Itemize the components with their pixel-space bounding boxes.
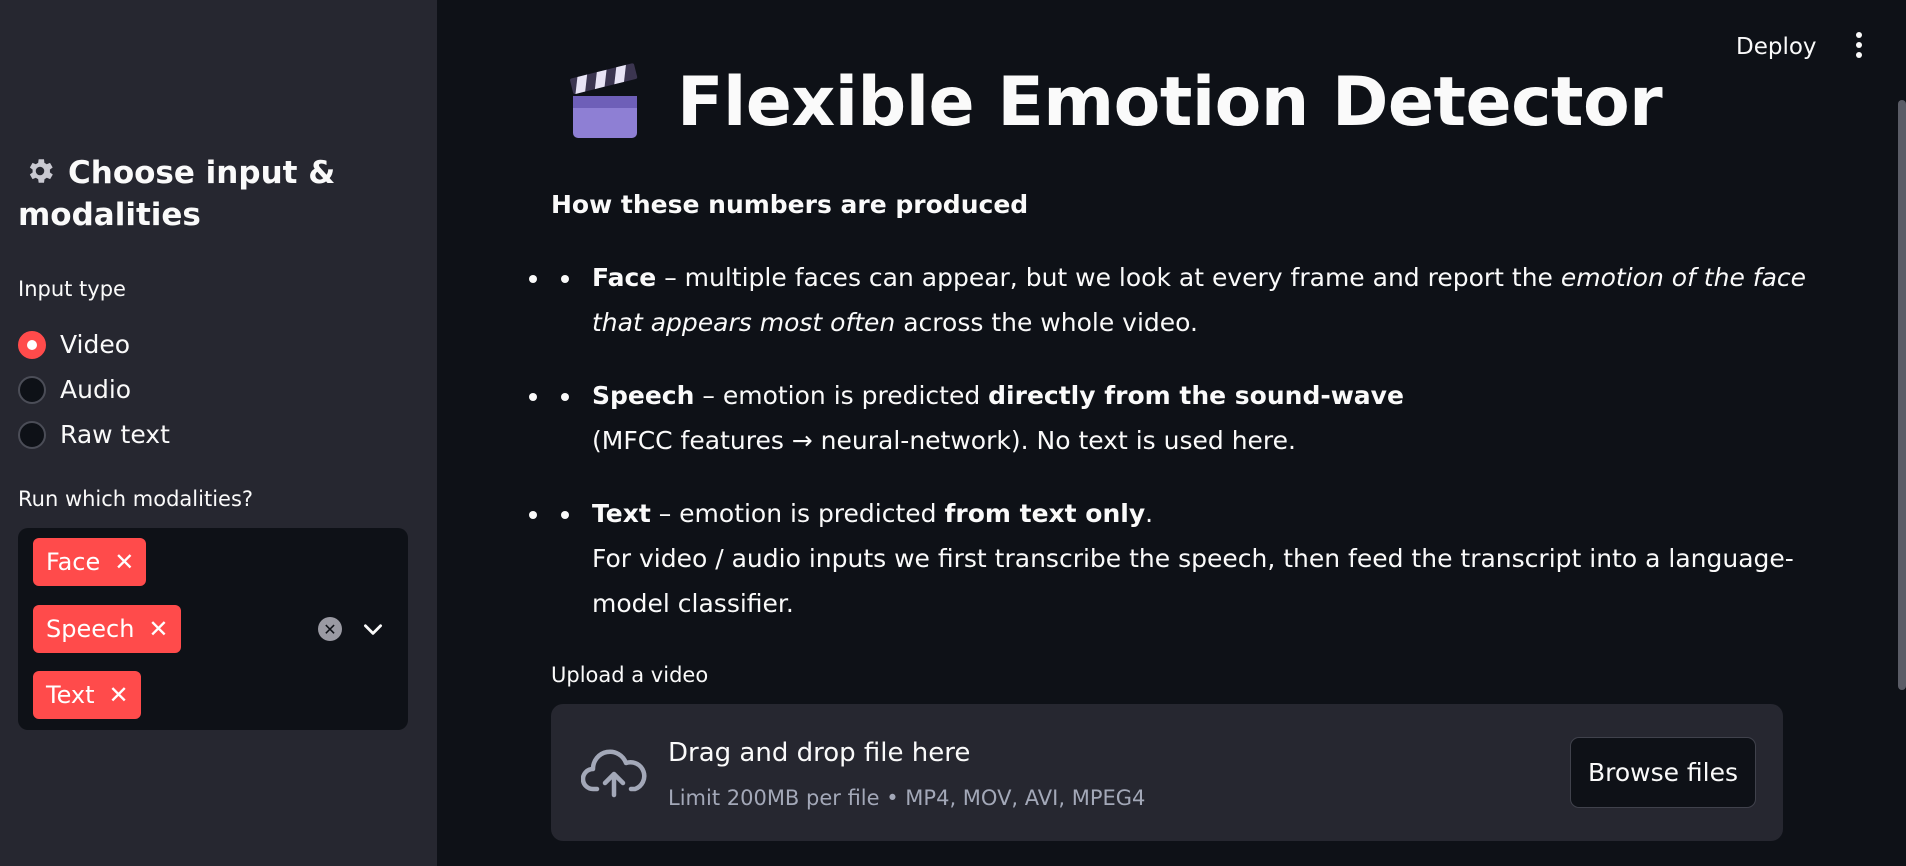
- cloud-upload-icon: [581, 749, 647, 798]
- bullet-text: – emotion is predicted: [650, 499, 945, 528]
- bullet-strong: from text only: [944, 499, 1146, 528]
- section-subheading: How these numbers are produced: [551, 190, 1029, 219]
- clapper-board-icon: [570, 63, 638, 138]
- input-type-radio-group: Video Audio Raw text: [18, 322, 170, 457]
- tag-speech: Speech ✕: [33, 605, 181, 653]
- list-item-speech: Speech – emotion is predicted directly f…: [551, 373, 1811, 463]
- tag-remove-icon[interactable]: ✕: [148, 617, 168, 641]
- tag-face: Face ✕: [33, 538, 147, 586]
- list-item-face: Face – multiple faces can appear, but we…: [551, 255, 1811, 345]
- radio-label: Audio: [60, 375, 132, 404]
- more-menu-icon[interactable]: [1847, 32, 1871, 62]
- list-item-text: Text – emotion is predicted from text on…: [551, 491, 1811, 626]
- tag-label: Text: [46, 681, 95, 709]
- sidebar-heading: Choose input & modalities: [18, 152, 398, 236]
- tag-remove-icon[interactable]: ✕: [114, 550, 134, 574]
- scrollbar[interactable]: [1898, 100, 1906, 690]
- radio-option-audio[interactable]: Audio: [18, 367, 170, 412]
- browse-files-button[interactable]: Browse files: [1570, 737, 1756, 808]
- chevron-down-icon[interactable]: [360, 616, 386, 642]
- radio-option-video[interactable]: Video: [18, 322, 170, 367]
- gear-icon: [29, 159, 53, 183]
- radio-label: Raw text: [60, 420, 170, 449]
- bullet-term: Text: [592, 499, 651, 528]
- clear-all-icon[interactable]: ✕: [318, 617, 342, 641]
- bullet-text: .: [1145, 499, 1154, 528]
- tag-label: Face: [46, 548, 101, 576]
- tag-text: Text ✕: [33, 671, 141, 719]
- radio-option-raw-text[interactable]: Raw text: [18, 412, 170, 457]
- bullet-text: – emotion is predicted: [694, 381, 989, 410]
- radio-label: Video: [60, 330, 131, 359]
- app: Choose input & modalities Input type Vid…: [0, 0, 1906, 866]
- dropzone-title: Drag and drop file here: [668, 738, 971, 768]
- tag-label: Speech: [46, 615, 135, 643]
- bullet-text: – multiple faces can appear, but we look…: [656, 263, 1561, 292]
- bullet-text: (MFCC features → neural-network). No tex…: [592, 426, 1296, 455]
- page-title-text: Flexible Emotion Detector: [677, 62, 1663, 142]
- bullet-text: For video / audio inputs we first transc…: [592, 544, 1794, 618]
- input-type-label: Input type: [18, 277, 126, 301]
- bullet-term: Face: [592, 263, 657, 292]
- bullet-strong: directly from the sound-wave: [988, 381, 1404, 410]
- explanation-list: Face – multiple faces can appear, but we…: [551, 255, 1811, 654]
- radio-button-checked[interactable]: [18, 330, 46, 359]
- sidebar: Choose input & modalities Input type Vid…: [0, 0, 437, 866]
- main-content: Deploy Flexible Emotion Detector How the…: [437, 0, 1906, 866]
- upload-label: Upload a video: [551, 663, 709, 687]
- page-title: Flexible Emotion Detector: [567, 62, 1663, 142]
- modalities-label: Run which modalities?: [18, 487, 254, 511]
- radio-button[interactable]: [18, 375, 46, 404]
- bullet-text: across the whole video.: [895, 308, 1198, 337]
- sidebar-heading-text: Choose input & modalities: [18, 155, 336, 233]
- dropzone-subtitle: Limit 200MB per file • MP4, MOV, AVI, MP…: [668, 786, 1146, 810]
- radio-button[interactable]: [18, 420, 46, 449]
- file-dropzone[interactable]: Drag and drop file here Limit 200MB per …: [551, 704, 1783, 841]
- tag-remove-icon[interactable]: ✕: [109, 683, 129, 707]
- deploy-button[interactable]: Deploy: [1736, 34, 1817, 60]
- modalities-multiselect[interactable]: Face ✕ Speech ✕ Text ✕ ✕: [18, 528, 408, 730]
- bullet-term: Speech: [592, 381, 695, 410]
